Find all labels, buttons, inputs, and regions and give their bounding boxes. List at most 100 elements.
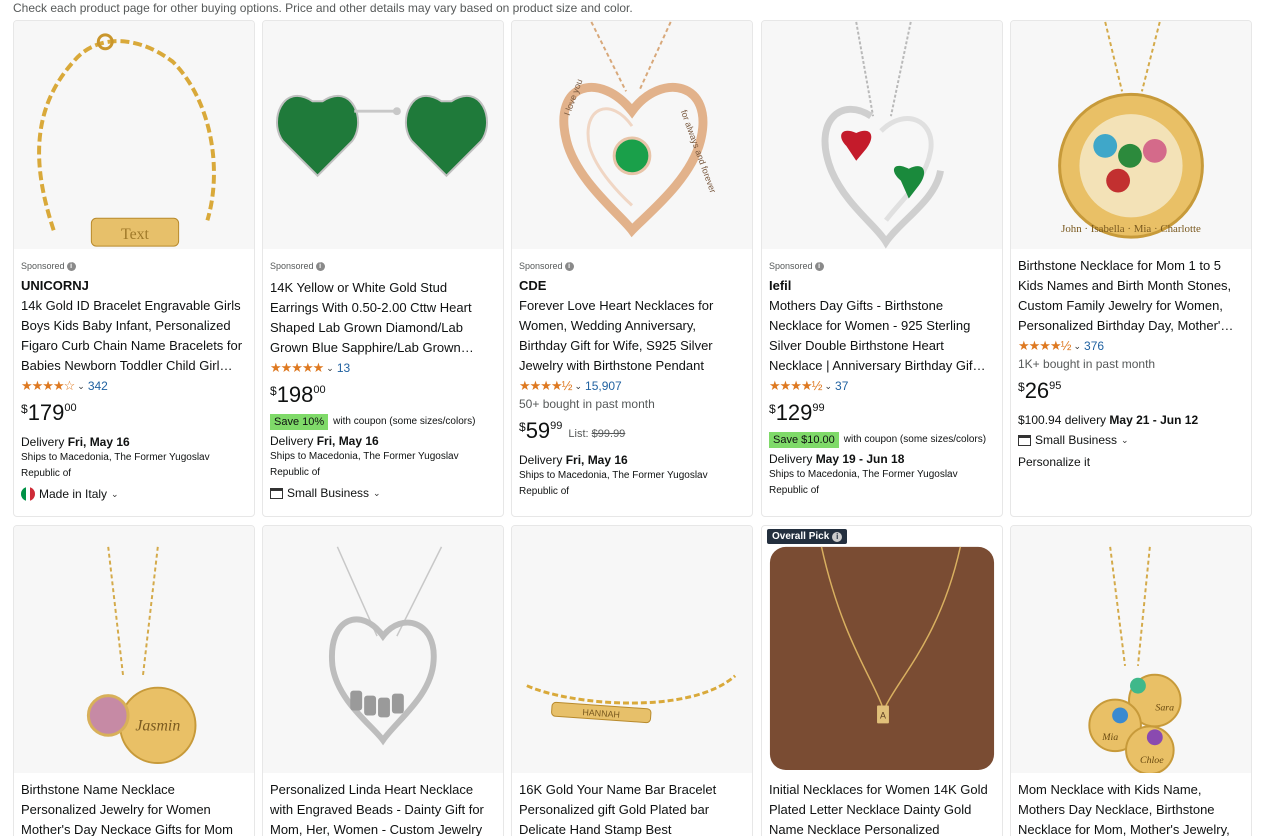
ships-to: Ships to Macedonia, The Former Yugoslav …	[519, 470, 708, 497]
info-icon[interactable]: i	[832, 531, 843, 542]
delivery-date: Fri, May 16	[565, 453, 628, 467]
coupon-badge[interactable]: Save 10%	[270, 413, 329, 430]
product-title[interactable]: 16K Gold Your Name Bar Bracelet Personal…	[519, 780, 745, 836]
chevron-down-icon[interactable]: ⌄	[1073, 341, 1081, 352]
sponsored-text: Sponsored	[769, 261, 813, 271]
sponsored-label[interactable]: Sponsored i	[519, 259, 745, 273]
coupon[interactable]: Save 10% with coupon (some sizes/colors)	[270, 412, 496, 431]
price-whole: 129	[775, 400, 813, 425]
price-whole: 179	[27, 400, 65, 425]
chevron-down-icon[interactable]: ⌄	[77, 381, 85, 392]
info-icon[interactable]: i	[315, 261, 325, 271]
star-rating-icon: ★★★★½	[1018, 338, 1071, 353]
list-label: List:	[568, 428, 592, 440]
product-card[interactable]: Sponsored i Iefil Mothers Day Gifts - Bir…	[761, 20, 1003, 517]
delivery-label: Delivery	[270, 434, 317, 448]
rating[interactable]: ★★★★★ ⌄ 13	[270, 358, 496, 378]
rating-count[interactable]: 342	[88, 379, 108, 393]
ships-to: Ships to Macedonia, The Former Yugoslav …	[769, 469, 958, 496]
chevron-down-icon[interactable]: ⌄	[824, 381, 832, 392]
small-business-badge[interactable]: Small Business ⌄	[270, 484, 496, 502]
product-title[interactable]: Personalized Linda Heart Necklace with E…	[270, 780, 496, 836]
price: $26 95	[1018, 378, 1244, 406]
ships-to: Ships to Macedonia, The Former Yugoslav …	[270, 451, 459, 478]
product-image[interactable]	[762, 21, 1002, 249]
list-price: List: $99.99	[568, 428, 625, 440]
overall-pick-badge[interactable]: Overall Pick i	[767, 529, 848, 544]
info-icon[interactable]: i	[814, 261, 824, 271]
chevron-down-icon[interactable]: ⌄	[373, 488, 381, 499]
product-title[interactable]: Mom Necklace with Kids Name, Mothers Day…	[1018, 780, 1244, 836]
sponsored-label[interactable]: Sponsored i	[270, 259, 496, 273]
product-image[interactable]: I love you for always and forever	[512, 21, 752, 249]
ships-to: Ships to Macedonia, The Former Yugoslav …	[21, 452, 210, 479]
small-business-badge[interactable]: Small Business ⌄	[1018, 431, 1244, 449]
product-image[interactable]: Jasmin	[14, 526, 254, 773]
product-image[interactable]: A	[762, 526, 1002, 773]
chevron-down-icon[interactable]: ⌄	[111, 489, 119, 500]
made-in-badge[interactable]: Made in Italy ⌄	[21, 485, 247, 503]
product-image[interactable]: Sara Mia Chloe	[1011, 526, 1251, 773]
delivery-label: Delivery	[21, 435, 68, 449]
overall-pick-text: Overall Pick	[772, 531, 830, 542]
sponsored-label[interactable]: Sponsored i	[769, 259, 995, 273]
product-image[interactable]	[263, 526, 503, 773]
product-card[interactable]: Jasmin Birthstone Name Necklace Personal…	[13, 525, 255, 836]
personalize-link[interactable]: Personalize it	[1018, 455, 1244, 469]
rating[interactable]: ★★★★½ ⌄ 376	[1018, 336, 1244, 356]
product-card[interactable]: John · Isabella · Mia · Charlotte Births…	[1010, 20, 1252, 517]
info-icon[interactable]: i	[66, 261, 76, 271]
sponsored-text: Sponsored	[519, 261, 563, 271]
info-icon[interactable]: i	[564, 261, 574, 271]
small-business-text: Small Business	[1035, 433, 1118, 447]
rating-count[interactable]: 376	[1084, 339, 1104, 353]
product-card[interactable]: Personalized Linda Heart Necklace with E…	[262, 525, 504, 836]
sponsored-text: Sponsored	[21, 261, 65, 271]
product-card[interactable]: Sponsored i 14K Yellow or White Gold Stud…	[262, 20, 504, 517]
delivery-label: Delivery	[519, 453, 566, 467]
price-symbol: $	[270, 384, 277, 398]
rating[interactable]: ★★★★½ ⌄ 37	[769, 376, 995, 396]
product-card[interactable]: Overall Pick i A Initial Necklaces for Wo…	[761, 525, 1003, 836]
product-card[interactable]: Text Sponsored i UNICORNJ 14k Gold ID Bra…	[13, 20, 255, 517]
engraving-text: Jasmin	[135, 717, 180, 734]
product-card[interactable]: I love you for always and forever Sponso…	[511, 20, 753, 517]
product-title[interactable]: 14k Gold ID Bracelet Engravable Girls Bo…	[21, 296, 247, 376]
chevron-down-icon[interactable]: ⌄	[326, 363, 334, 374]
rating[interactable]: ★★★★½ ⌄ 15,907	[519, 376, 745, 396]
product-image[interactable]	[263, 21, 503, 249]
product-card[interactable]: HANNAH 16K Gold Your Name Bar Bracelet P…	[511, 525, 753, 836]
star-rating-icon: ★★★★½	[519, 378, 572, 393]
star-rating-icon: ★★★★☆	[21, 378, 75, 393]
rating-count[interactable]: 15,907	[585, 379, 622, 393]
chevron-down-icon[interactable]: ⌄	[1121, 435, 1129, 446]
product-title[interactable]: Forever Love Heart Necklaces for Women, …	[519, 296, 745, 376]
rating-count[interactable]: 37	[835, 379, 848, 393]
coupon[interactable]: Save $10.00 with coupon (some sizes/color…	[769, 430, 995, 449]
price-whole: 59	[525, 418, 551, 443]
product-card[interactable]: Sara Mia Chloe Mom Necklace with Kids Na…	[1010, 525, 1252, 836]
product-title[interactable]: Mothers Day Gifts - Birthstone Necklace …	[769, 296, 995, 376]
price-fraction: 99	[812, 402, 825, 414]
product-title[interactable]: 14K Yellow or White Gold Stud Earrings W…	[270, 278, 496, 358]
product-image[interactable]: HANNAH	[512, 526, 752, 773]
engraving-text: Chloe	[1140, 755, 1164, 766]
results-notice: Check each product page for other buying…	[13, 1, 633, 15]
coupon-badge[interactable]: Save $10.00	[769, 431, 839, 448]
product-title[interactable]: Birthstone Name Necklace Personalized Je…	[21, 780, 247, 836]
brand-name: CDE	[519, 278, 547, 293]
product-title[interactable]: Initial Necklaces for Women 14K Gold Pla…	[769, 780, 995, 836]
chevron-down-icon[interactable]: ⌄	[574, 381, 582, 392]
rating[interactable]: ★★★★☆ ⌄ 342	[21, 376, 247, 396]
price: $179 00	[21, 400, 247, 428]
delivery-date: May 21 - Jun 12	[1109, 413, 1199, 427]
product-title[interactable]: Birthstone Necklace for Mom 1 to 5 Kids …	[1018, 256, 1244, 336]
product-image[interactable]: John · Isabella · Mia · Charlotte	[1011, 21, 1251, 249]
price: $198 00	[270, 382, 496, 410]
list-price-value: $99.99	[591, 428, 626, 440]
sponsored-label[interactable]: Sponsored i	[21, 259, 247, 273]
product-image[interactable]: Text	[14, 21, 254, 249]
star-rating-icon: ★★★★½	[769, 378, 822, 393]
rating-count[interactable]: 13	[337, 361, 350, 375]
brand-name: UNICORNJ	[21, 278, 89, 293]
